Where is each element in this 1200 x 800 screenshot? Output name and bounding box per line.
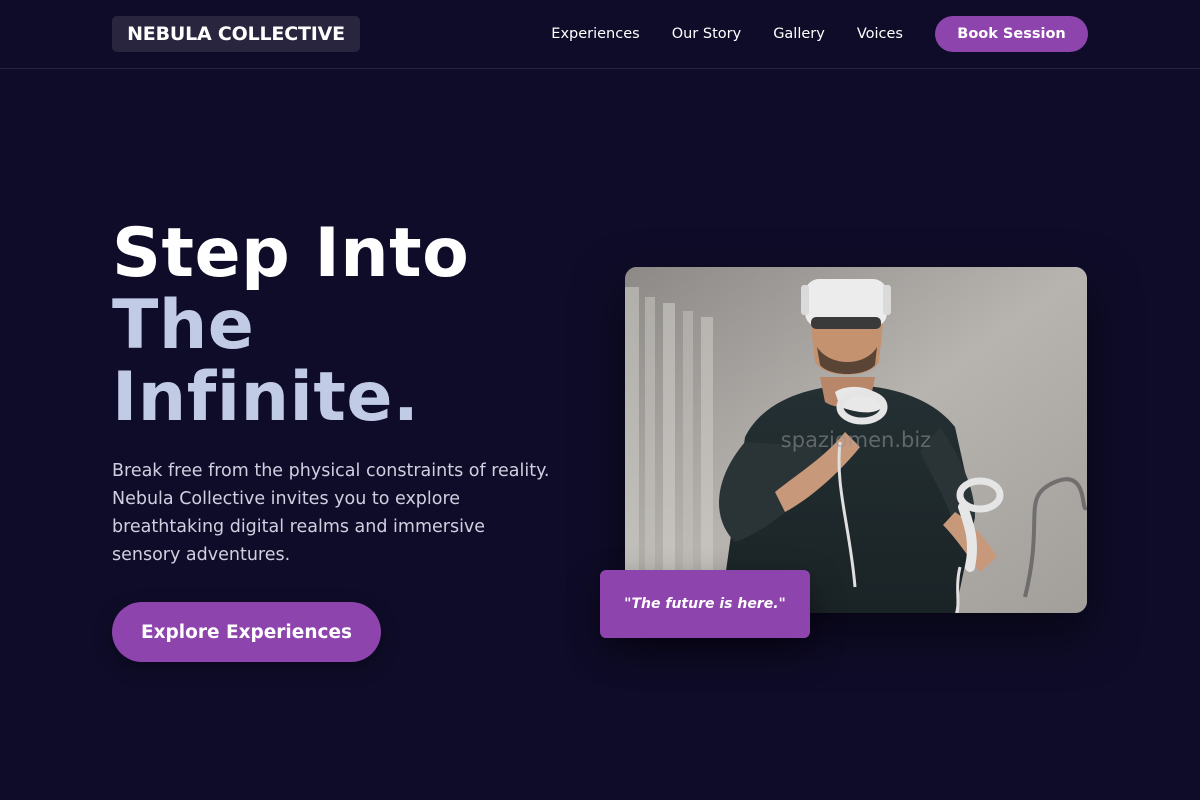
hero-title-line-1: Step Into: [112, 214, 470, 293]
hero-title-line-3: Infinite.: [112, 358, 420, 437]
quote-badge: "The future is here.": [600, 570, 810, 638]
nav-link-our-story[interactable]: Our Story: [672, 26, 741, 42]
hero-title: Step Into The Infinite.: [112, 218, 572, 434]
nav-link-voices[interactable]: Voices: [857, 26, 903, 42]
watermark-text: spaziomen.biz: [780, 428, 932, 452]
explore-experiences-button[interactable]: Explore Experiences: [112, 602, 381, 662]
hero-description: Break free from the physical constraints…: [112, 461, 550, 565]
book-session-button[interactable]: Book Session: [935, 16, 1088, 52]
site-header: NEBULA COLLECTIVE Experiences Our Story …: [0, 0, 1200, 69]
nav-link-gallery[interactable]: Gallery: [773, 26, 825, 42]
nav-link-experiences[interactable]: Experiences: [551, 26, 639, 42]
brand-logo[interactable]: NEBULA COLLECTIVE: [112, 16, 360, 52]
hero-title-line-2: The: [112, 286, 255, 365]
main-nav: Experiences Our Story Gallery Voices Boo…: [551, 16, 1088, 52]
